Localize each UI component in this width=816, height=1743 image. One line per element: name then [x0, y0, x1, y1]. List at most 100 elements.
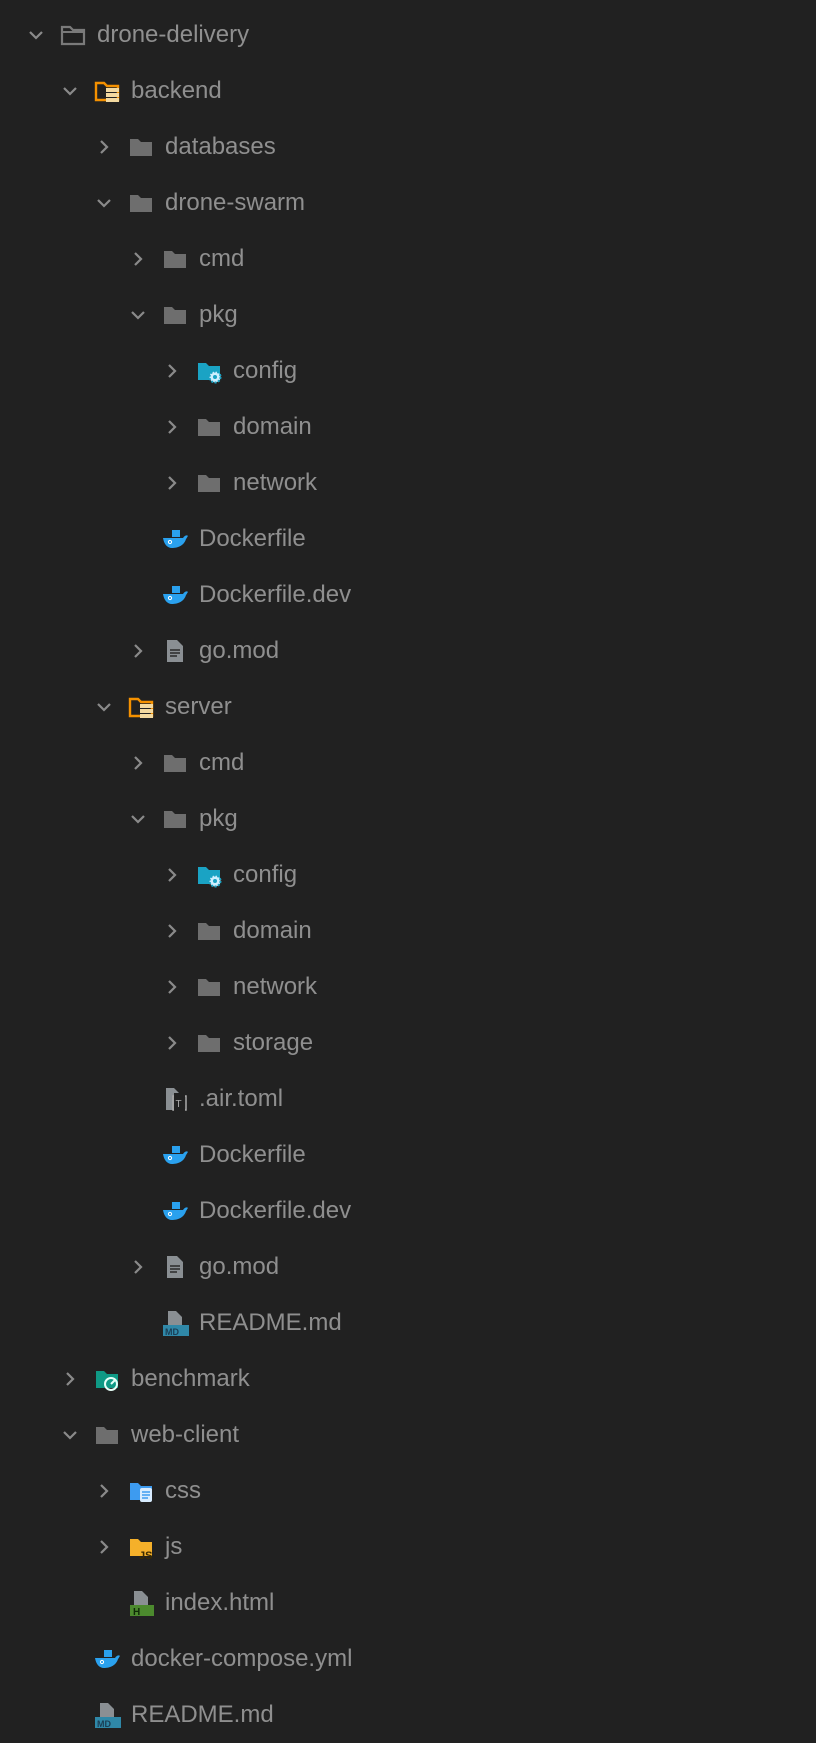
file-doc-icon	[161, 637, 189, 665]
folder-icon	[195, 469, 223, 497]
chevron-right-icon[interactable]	[162, 977, 182, 997]
tree-item-label: js	[165, 1533, 183, 1560]
tree-item-network[interactable]: network	[0, 455, 816, 511]
tree-item-storage[interactable]: storage	[0, 1015, 816, 1071]
tree-item-domain[interactable]: domain	[0, 399, 816, 455]
svg-text:T: T	[176, 1099, 182, 1110]
chevron-right-icon[interactable]	[128, 249, 148, 269]
chevron-right-icon[interactable]	[94, 1537, 114, 1557]
tree-item-web-client[interactable]: web-client	[0, 1407, 816, 1463]
tree-item-dockerfile[interactable]: Dockerfile	[0, 511, 816, 567]
tree-item-server[interactable]: server	[0, 679, 816, 735]
folder-outline-icon	[59, 21, 87, 49]
chevron-down-icon[interactable]	[60, 81, 80, 101]
folder-icon	[93, 1421, 121, 1449]
tree-item-config[interactable]: config	[0, 343, 816, 399]
tree-item-label: web-client	[131, 1421, 240, 1448]
chevron-down-icon[interactable]	[94, 697, 114, 717]
chevron-right-icon[interactable]	[94, 1481, 114, 1501]
tree-item-pkg[interactable]: pkg	[0, 791, 816, 847]
html-file-icon: H	[127, 1589, 155, 1618]
tree-item-air-toml[interactable]: T .air.toml	[0, 1071, 816, 1127]
tree-item-cmd[interactable]: cmd	[0, 231, 816, 287]
chevron-right-icon[interactable]	[162, 1033, 182, 1053]
svg-text:MD: MD	[165, 1327, 179, 1337]
tree-item-label: benchmark	[131, 1365, 250, 1392]
chevron-down-icon[interactable]	[60, 1425, 80, 1445]
chevron-right-icon[interactable]	[162, 417, 182, 437]
tree-item-label: Dockerfile.dev	[199, 1197, 352, 1224]
tree-item-label: pkg	[199, 805, 238, 832]
tree-item-network[interactable]: network	[0, 959, 816, 1015]
tree-item-label: README.md	[199, 1309, 342, 1336]
tree-item-drone-swarm[interactable]: drone-swarm	[0, 175, 816, 231]
tree-item-label: README.md	[131, 1701, 274, 1728]
tree-item-label: domain	[233, 917, 312, 944]
chevron-right-icon[interactable]	[60, 1369, 80, 1389]
tree-item-index-html[interactable]: Hindex.html	[0, 1575, 816, 1631]
chevron-right-icon[interactable]	[128, 1257, 148, 1277]
svg-text:MD: MD	[97, 1719, 111, 1729]
tree-item-dockerfile[interactable]: Dockerfile	[0, 1127, 816, 1183]
chevron-down-icon[interactable]	[26, 25, 46, 45]
tree-item-benchmark[interactable]: benchmark	[0, 1351, 816, 1407]
folder-icon	[161, 805, 189, 833]
folder-icon	[195, 917, 223, 945]
file-doc-icon	[161, 1253, 189, 1281]
folder-js-icon: JS	[127, 1533, 155, 1562]
tree-item-databases[interactable]: databases	[0, 119, 816, 175]
tree-item-label: Dockerfile	[199, 1141, 306, 1168]
tree-item-label: server	[165, 693, 232, 720]
chevron-right-icon[interactable]	[162, 865, 182, 885]
tree-item-backend[interactable]: backend	[0, 63, 816, 119]
toml-file-icon: T	[161, 1085, 189, 1113]
tree-item-drone-delivery[interactable]: drone-delivery	[0, 7, 816, 63]
tree-item-label: pkg	[199, 301, 238, 328]
chevron-right-icon[interactable]	[94, 137, 114, 157]
tree-item-label: css	[165, 1477, 201, 1504]
tree-item-label: storage	[233, 1029, 314, 1056]
tree-item-readme-md[interactable]: MD README.md	[0, 1295, 816, 1351]
tree-item-css[interactable]: css	[0, 1463, 816, 1519]
tree-item-label: index.html	[165, 1589, 275, 1616]
tree-item-dockerfile-dev[interactable]: Dockerfile.dev	[0, 1183, 816, 1239]
folder-icon	[195, 973, 223, 1001]
tree-item-domain[interactable]: domain	[0, 903, 816, 959]
chevron-down-icon[interactable]	[94, 193, 114, 213]
tree-item-label: cmd	[199, 245, 245, 272]
folder-benchmark-icon	[93, 1365, 121, 1393]
tree-item-label: go.mod	[199, 1253, 280, 1280]
tree-item-config[interactable]: config	[0, 847, 816, 903]
tree-item-readme-md[interactable]: MD README.md	[0, 1687, 816, 1743]
tree-item-label: config	[233, 357, 298, 384]
tree-item-docker-compose-yml[interactable]: docker-compose.yml	[0, 1631, 816, 1687]
tree-item-label: network	[233, 469, 318, 496]
chevron-down-icon[interactable]	[128, 305, 148, 325]
svg-text:JS: JS	[139, 1550, 152, 1561]
folder-icon	[161, 245, 189, 273]
chevron-right-icon[interactable]	[162, 361, 182, 381]
tree-item-label: drone-delivery	[97, 21, 250, 48]
chevron-down-icon[interactable]	[128, 809, 148, 829]
docker-icon	[161, 1197, 189, 1225]
tree-item-label: domain	[233, 413, 312, 440]
tree-item-dockerfile-dev[interactable]: Dockerfile.dev	[0, 567, 816, 623]
tree-item-label: databases	[165, 133, 276, 160]
tree-item-js[interactable]: JS js	[0, 1519, 816, 1575]
chevron-right-icon[interactable]	[128, 753, 148, 773]
tree-item-go-mod[interactable]: go.mod	[0, 623, 816, 679]
tree-item-cmd[interactable]: cmd	[0, 735, 816, 791]
folder-icon	[195, 1029, 223, 1057]
tree-item-label: .air.toml	[199, 1085, 284, 1112]
chevron-right-icon[interactable]	[162, 921, 182, 941]
docker-icon	[93, 1645, 121, 1673]
folder-icon	[195, 413, 223, 441]
folder-icon	[161, 749, 189, 777]
chevron-right-icon[interactable]	[162, 473, 182, 493]
tree-item-pkg[interactable]: pkg	[0, 287, 816, 343]
tree-item-go-mod[interactable]: go.mod	[0, 1239, 816, 1295]
folder-server-icon	[127, 693, 155, 721]
markdown-icon: MD	[161, 1309, 189, 1337]
chevron-right-icon[interactable]	[128, 641, 148, 661]
tree-item-label: docker-compose.yml	[131, 1645, 353, 1672]
